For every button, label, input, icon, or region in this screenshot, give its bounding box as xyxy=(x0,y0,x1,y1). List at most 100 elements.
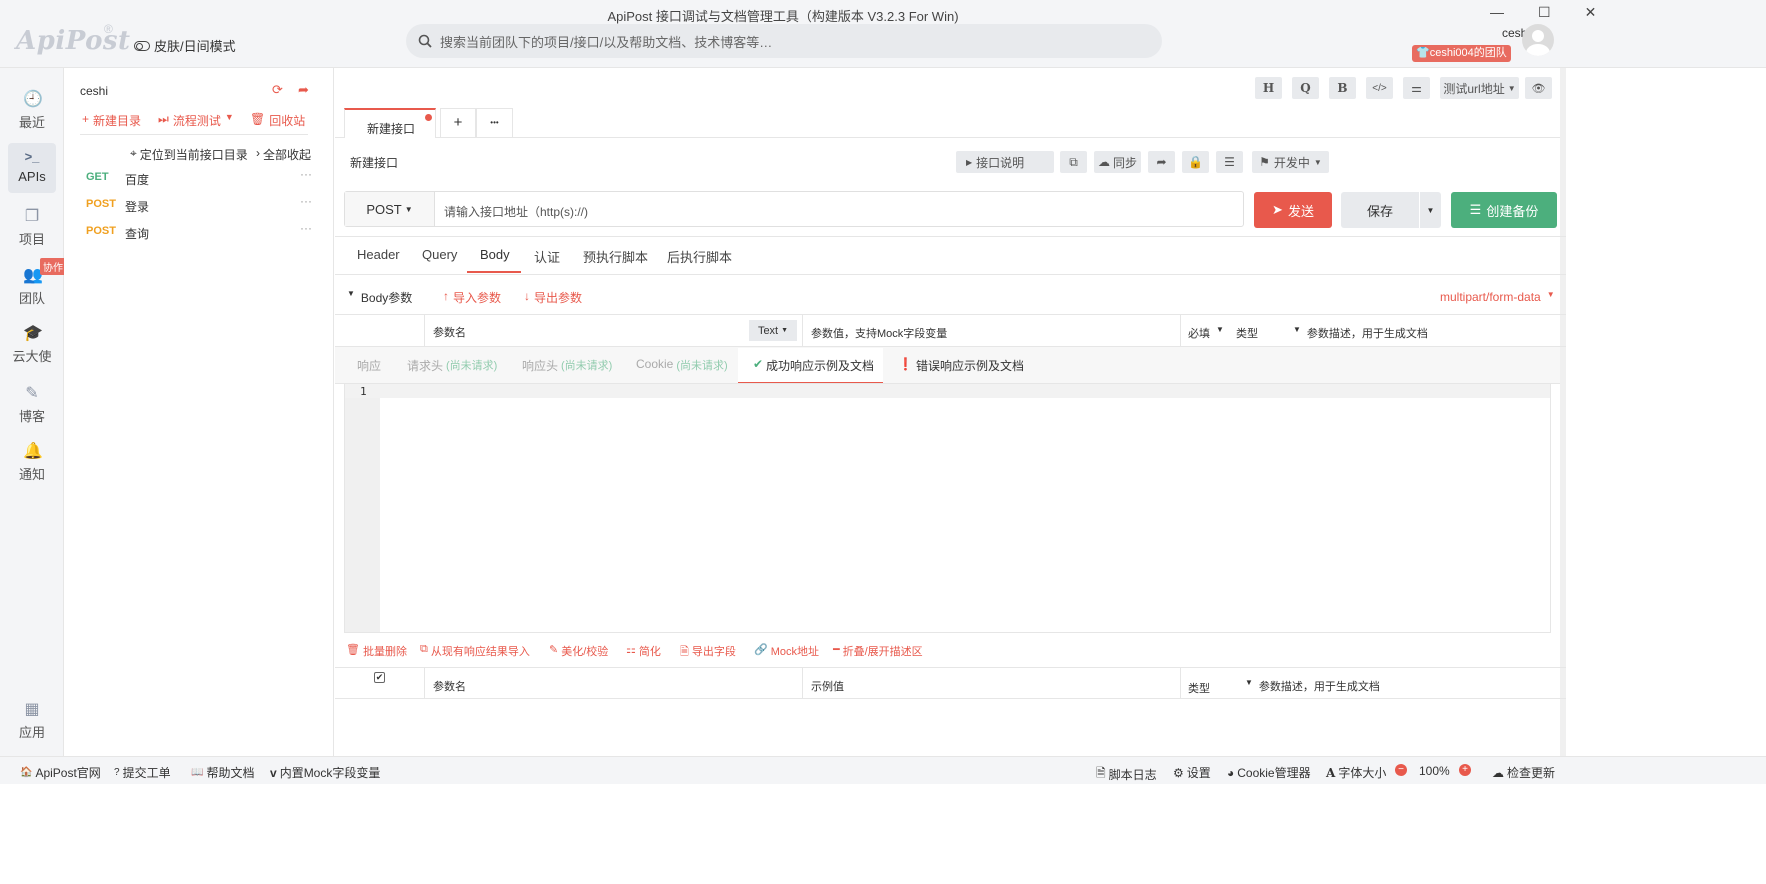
required-select[interactable]: 必填 ▼ xyxy=(1188,325,1224,341)
locate-button[interactable]: ⌖ 定位到当前接口目录 xyxy=(130,146,248,163)
tab-body[interactable]: Body xyxy=(480,247,510,262)
tree-item[interactable]: POST 登录 ··· xyxy=(80,193,318,217)
ticket-link[interactable]: ? 提交工单 xyxy=(114,764,171,781)
param-name-input[interactable]: 参数名 xyxy=(433,324,466,340)
code-editor[interactable] xyxy=(344,383,1551,633)
refresh-icon[interactable]: ⟳ xyxy=(272,82,283,98)
cookie-icon: ◕ xyxy=(1227,765,1235,780)
resp-param-name[interactable]: 参数名 xyxy=(433,678,466,694)
nav-recent[interactable]: 🕘 最近 xyxy=(8,86,56,136)
param-value-input[interactable]: 参数值，支持Mock字段变量 xyxy=(811,325,947,341)
simplify-button[interactable]: ⚏ 简化 xyxy=(626,643,661,659)
export-fields-button[interactable]: 🗎 导出字段 xyxy=(680,643,736,662)
share-icon[interactable]: ➦ xyxy=(1148,151,1175,173)
content-type-select[interactable]: multipart/form-data ▼ xyxy=(1440,290,1555,304)
new-dir-button[interactable]: + 新建目录 xyxy=(82,112,141,129)
param-desc-input[interactable]: ▼ 参数描述，用于生成文档 xyxy=(1293,325,1428,341)
team-badge[interactable]: 👕ceshi004的团队 xyxy=(1412,45,1511,62)
body-params-toggle[interactable]: ▼ Body参数 xyxy=(347,289,412,306)
tree-item[interactable]: POST 查询 ··· xyxy=(80,220,318,244)
tab-success[interactable]: ✔ 成功响应示例及文档 xyxy=(738,348,883,384)
env-select[interactable]: 测试url地址 ▼ xyxy=(1440,77,1519,99)
script-log-button[interactable]: 🗎 脚本日志 xyxy=(1096,764,1157,785)
tab-pre-script[interactable]: 预执行脚本 xyxy=(583,247,648,266)
import-from-response-button[interactable]: ⧉ 从现有响应结果导入 xyxy=(420,643,530,659)
tab-req-header[interactable]: 请求头 (尚未请求) xyxy=(407,357,497,374)
resp-example-value[interactable]: 示例值 xyxy=(811,678,844,694)
nav-apps[interactable]: ▦ 应用 xyxy=(8,696,56,746)
send-button[interactable]: ➤ 发送 xyxy=(1254,192,1332,228)
tab-resp-header[interactable]: 响应头 (尚未请求) xyxy=(522,357,612,374)
help-link[interactable]: 📖 帮助文档 xyxy=(191,764,254,781)
quote-button[interactable]: Q xyxy=(1292,77,1319,99)
settings-button[interactable]: ⚙ 设置 xyxy=(1173,764,1211,781)
resp-type-cell[interactable]: 类型 xyxy=(1188,680,1210,696)
copy-icon[interactable]: ⧉ xyxy=(1060,151,1087,173)
nav-apis[interactable]: >_ APIs xyxy=(8,143,56,193)
eye-icon[interactable]: 👁 xyxy=(1525,77,1552,99)
font-size-button[interactable]: A 字体大小 xyxy=(1326,764,1386,781)
more-icon[interactable]: ··· xyxy=(300,194,312,208)
share-icon[interactable]: ➦ xyxy=(298,82,309,98)
close-button[interactable]: ✕ xyxy=(1585,4,1597,21)
skin-toggle[interactable]: 皮肤/日间模式 xyxy=(134,36,236,55)
tab-new-api[interactable]: 新建接口 xyxy=(344,108,436,138)
api-doc-button[interactable]: ▶ 接口说明 xyxy=(956,151,1054,173)
nav-projects[interactable]: ❐ 项目 xyxy=(8,203,56,253)
more-icon[interactable]: ··· xyxy=(300,221,312,235)
status-select[interactable]: ⚑ 开发中 ▼ xyxy=(1252,151,1329,173)
check-update-button[interactable]: ☁ 检查更新 xyxy=(1492,764,1555,781)
lock-icon[interactable]: 🔒 xyxy=(1182,151,1209,173)
col-divider xyxy=(424,315,425,347)
settings-sliders-button[interactable]: ⚌ xyxy=(1403,77,1430,99)
nav-blog[interactable]: ✎ 博客 xyxy=(8,380,56,430)
heading-button[interactable]: H xyxy=(1255,77,1282,99)
bold-button[interactable]: B xyxy=(1329,77,1356,99)
tab-error[interactable]: ❗ 错误响应示例及文档 xyxy=(898,357,1024,374)
tab-header[interactable]: Header xyxy=(357,247,400,262)
tree-item[interactable]: GET 百度 ··· xyxy=(80,166,318,190)
site-link[interactable]: 🏠 ApiPost官网 xyxy=(20,764,101,781)
tab-query[interactable]: Query xyxy=(422,247,457,262)
maximize-button[interactable]: ☐ xyxy=(1538,4,1551,21)
avatar[interactable] xyxy=(1522,24,1554,56)
nav-notify[interactable]: 🔔 通知 xyxy=(8,438,56,488)
recycle-button[interactable]: 🗑 回收站 xyxy=(250,112,305,129)
batch-delete-button[interactable]: 🗑 批量删除 xyxy=(346,643,407,659)
toggle-desc-button[interactable]: ━ 折叠/展开描述区 xyxy=(833,643,923,659)
add-tab-button[interactable]: + xyxy=(440,108,476,138)
select-all-checkbox[interactable]: ✔ xyxy=(374,672,385,683)
global-search[interactable]: 搜索当前团队下的项目/接口/以及帮助文档、技术博客等… xyxy=(406,24,1162,58)
database-icon[interactable]: ☰ xyxy=(1216,151,1243,173)
minimize-button[interactable]: — xyxy=(1490,4,1504,21)
param-type-cell[interactable]: 类型 xyxy=(1236,325,1258,341)
code-button[interactable]: </> xyxy=(1366,77,1393,99)
param-type-select[interactable]: Text ▼ xyxy=(749,320,797,341)
mock-url-button[interactable]: 🔗 Mock地址 xyxy=(754,643,819,659)
nav-ambassador[interactable]: 🎓 云大使 xyxy=(8,320,56,370)
collapse-all-button[interactable]: › 全部收起 xyxy=(256,146,311,163)
backup-button[interactable]: ☰ 创建备份 xyxy=(1451,192,1557,228)
tab-auth[interactable]: 认证 xyxy=(534,247,560,266)
project-icon: ❐ xyxy=(24,208,40,225)
more-icon[interactable]: ··· xyxy=(300,167,312,181)
beautify-button[interactable]: ✎ 美化/校验 xyxy=(549,643,608,659)
save-button[interactable]: 保存 xyxy=(1341,192,1419,228)
tab-cookie[interactable]: Cookie (尚未请求) xyxy=(636,357,728,373)
tab-post-script[interactable]: 后执行脚本 xyxy=(667,247,732,266)
method-select[interactable]: POST ▼ xyxy=(345,192,435,226)
scrollbar[interactable] xyxy=(1560,68,1566,756)
import-params-button[interactable]: ↑ 导入参数 xyxy=(443,289,501,306)
cookie-manager-button[interactable]: ◕ Cookie管理器 xyxy=(1227,764,1311,781)
resp-desc-input[interactable]: ▼ 参数描述，用于生成文档 xyxy=(1245,678,1380,694)
flow-test-button[interactable]: ⏭ 流程测试 ▼ xyxy=(158,112,234,129)
export-params-button[interactable]: ↓ 导出参数 xyxy=(524,289,582,306)
url-input[interactable]: 请输入接口地址（http(s)://) xyxy=(444,203,588,220)
sync-button[interactable]: ☁ 同步 xyxy=(1094,151,1141,173)
save-dropdown-button[interactable]: ▼ xyxy=(1419,192,1441,228)
zoom-out-button[interactable]: − xyxy=(1395,764,1407,776)
zoom-in-button[interactable]: + xyxy=(1459,764,1471,776)
mock-vars-link[interactable]: v 内置Mock字段变量 xyxy=(270,764,380,781)
tab-more-button[interactable]: ••• xyxy=(476,108,513,138)
tab-response[interactable]: 响应 xyxy=(357,357,381,374)
